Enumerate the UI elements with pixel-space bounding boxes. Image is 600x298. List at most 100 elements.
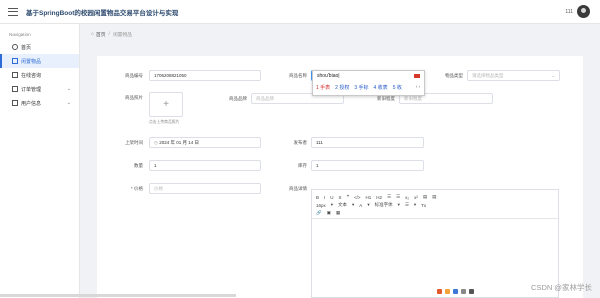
type-placeholder: 请选择物品类型 — [472, 73, 504, 78]
chevron-down-icon: ▾ — [352, 202, 355, 207]
image-label: 商品照片 — [125, 95, 143, 100]
ime-page-arrows-icon[interactable]: ‹ › — [416, 84, 420, 89]
ime-candidate[interactable]: 1 手表 — [316, 84, 330, 91]
upload-tip: 点击上传商品照片 — [149, 120, 180, 124]
breadcrumb-home[interactable]: 首页 — [96, 31, 106, 38]
subscript-icon[interactable]: x₂ — [405, 195, 409, 200]
tray-icon[interactable] — [445, 289, 450, 294]
rich-text-editor[interactable]: B I U S ❝ </> H1 H2 ☰ ☰ x₂ x² ▤ ▤ 16px ▾… — [311, 189, 559, 298]
sidebar-item-home[interactable]: 首页 — [0, 40, 79, 54]
sidebar: Navigation 首页 闲置物品 在线咨询 订单管理 ⌄ 用户信息 ⌄ — [0, 24, 80, 298]
sidebar-item-label: 闲置物品 — [21, 58, 42, 65]
stock-label: 库存 — [298, 163, 307, 168]
heading2-icon[interactable]: H2 — [376, 195, 382, 200]
editor-toolbar-row-1: B I U S ❝ </> H1 H2 ☰ ☰ x₂ x² ▤ ▤ — [312, 193, 558, 201]
app-title: 基于SpringBoot的校园闲置物品交易平台设计与实现 — [26, 9, 179, 17]
chevron-down-icon: ⌄ — [551, 73, 555, 78]
time-value: 2024 年 01 月 14 日 — [159, 140, 199, 145]
quote-icon[interactable]: ❝ — [347, 194, 349, 200]
clear-format-icon[interactable]: Tx — [421, 203, 426, 208]
sogou-ime-icon[interactable] — [437, 289, 442, 294]
tray-icon[interactable] — [453, 289, 458, 294]
time-label: 上架时间 — [125, 140, 143, 145]
horizontal-scrollbar[interactable] — [0, 294, 236, 297]
image-icon[interactable]: ▣ — [327, 210, 331, 216]
account-input[interactable]: 111 — [311, 137, 424, 148]
superscript-icon[interactable]: x² — [414, 195, 418, 200]
code-label: 商品编号 — [125, 73, 143, 78]
user-icon — [12, 100, 18, 106]
goods-icon — [12, 58, 18, 64]
sidebar-item-goods[interactable]: 闲置物品 — [0, 54, 79, 68]
hamburger-menu-icon[interactable] — [8, 7, 18, 16]
breadcrumb-separator: / — [108, 31, 110, 37]
editor-toolbar-row-2: 16px ▾ 文本 ▾ A ▾ 标准字体 ▾ ☰ ▾ Tx — [312, 201, 558, 209]
chat-icon — [12, 72, 18, 78]
image-upload-button[interactable]: + — [149, 92, 183, 117]
font-color-icon[interactable]: A — [359, 203, 362, 208]
tray-icon[interactable] — [469, 289, 474, 294]
ime-candidate[interactable]: 4 收表 — [374, 84, 388, 91]
chevron-down-icon: ⌄ — [66, 100, 71, 106]
breadcrumb: ⌂ 首页 / 闲置物品 — [81, 24, 600, 44]
breadcrumb-current: 闲置物品 — [112, 32, 133, 38]
home-icon: ⌂ — [91, 31, 94, 37]
font-size-select[interactable]: 16px — [316, 203, 326, 208]
chevron-down-icon: ▾ — [330, 202, 334, 207]
font-family-select[interactable]: 标准字体 — [375, 202, 393, 208]
condition-label: 新旧程度 — [377, 96, 395, 101]
detail-label: 商品详情 — [289, 186, 307, 191]
top-bar: 基于SpringBoot的校园闲置物品交易平台设计与实现 111 — [0, 0, 600, 24]
outdent-icon[interactable]: ▤ — [432, 194, 436, 200]
price-label: * 价格 — [130, 186, 143, 191]
sidebar-item-chat[interactable]: 在线咨询 — [0, 68, 79, 82]
plus-icon: + — [163, 99, 169, 110]
tray-icons — [437, 289, 474, 294]
tray-icon[interactable] — [461, 289, 466, 294]
toolbar-divider — [312, 218, 558, 219]
ime-candidate-popup: shou'biao| 1 手表 2 授权 3 手标 4 收表 5 收 ‹ › — [312, 70, 425, 96]
underline-icon[interactable]: U — [330, 195, 333, 200]
stock-input[interactable]: 1 — [311, 160, 424, 171]
ime-candidate[interactable]: 2 授权 — [335, 84, 349, 91]
goods-form: 商品编号 1706208821050 商品名称 shoubiao 物品类型 请选… — [97, 56, 583, 298]
chevron-down-icon: ▾ — [367, 202, 370, 207]
type-select[interactable]: 请选择物品类型 ⌄ — [467, 70, 560, 81]
time-picker[interactable]: ◷ 2024 年 01 月 14 日 — [149, 137, 261, 148]
price-input[interactable]: 价格 — [149, 183, 261, 194]
code-icon[interactable]: </> — [354, 195, 361, 200]
user-name[interactable]: 111 — [565, 9, 573, 15]
ime-logo-icon — [414, 74, 420, 78]
ime-candidate[interactable]: 5 收 — [393, 84, 402, 91]
count-input[interactable]: 1 — [149, 160, 261, 171]
sidebar-item-label: 首页 — [21, 44, 32, 51]
account-label: 发布者 — [293, 140, 308, 145]
brand-label: 商品品牌 — [229, 96, 247, 101]
ime-candidate[interactable]: 3 手标 — [354, 84, 368, 91]
name-label: 商品名称 — [289, 73, 307, 78]
bullet-list-icon[interactable]: ☰ — [396, 194, 400, 200]
code-input[interactable]: 1706208821050 — [149, 70, 261, 81]
home-icon — [12, 44, 18, 50]
sidebar-item-orders[interactable]: 订单管理 ⌄ — [0, 82, 79, 96]
link-icon[interactable]: 🔗 — [316, 210, 322, 216]
paragraph-select[interactable]: 文本 — [338, 202, 347, 208]
ordered-list-icon[interactable]: ☰ — [387, 194, 391, 200]
heading1-icon[interactable]: H1 — [365, 195, 371, 200]
sidebar-item-user[interactable]: 用户信息 ⌄ — [0, 96, 79, 110]
sidebar-item-label: 订单管理 — [21, 86, 42, 93]
strikethrough-icon[interactable]: S — [339, 195, 342, 200]
italic-icon[interactable]: I — [324, 195, 325, 200]
sidebar-item-label: 用户信息 — [21, 100, 42, 107]
video-icon[interactable]: ▦ — [336, 210, 340, 216]
chevron-down-icon: ⌄ — [66, 86, 71, 92]
type-label: 物品类型 — [445, 73, 463, 78]
editor-toolbar-row-3: 🔗 ▣ ▦ — [312, 209, 558, 217]
sidebar-item-label: 在线咨询 — [21, 72, 42, 79]
indent-icon[interactable]: ▤ — [423, 194, 427, 200]
bold-icon[interactable]: B — [316, 195, 319, 200]
avatar[interactable] — [577, 5, 590, 18]
align-icon[interactable]: ☰ — [405, 202, 409, 208]
chevron-down-icon: ▾ — [413, 202, 417, 207]
calendar-icon: ◷ — [154, 140, 158, 145]
